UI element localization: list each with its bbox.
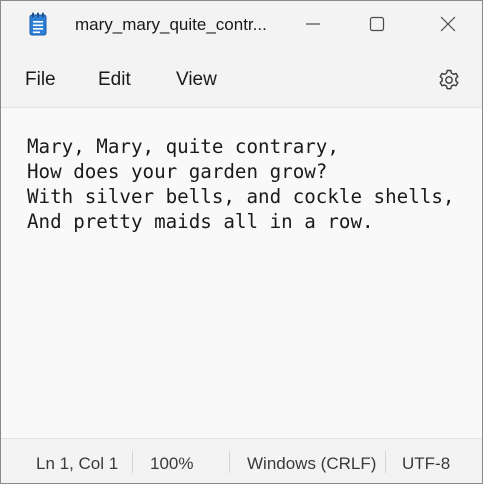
close-button[interactable] (425, 1, 471, 47)
status-bar: Ln 1, Col 1 100% Windows (CRLF) UTF-8 (1, 438, 482, 483)
title-bar[interactable]: mary_mary_quite_contr... (1, 1, 482, 49)
settings-button[interactable] (435, 66, 463, 94)
menu-edit[interactable]: Edit (98, 69, 131, 91)
line-ending[interactable]: Windows (CRLF) (247, 454, 376, 474)
menu-file[interactable]: File (25, 69, 56, 91)
maximize-icon (369, 16, 385, 32)
text-editor[interactable]: Mary, Mary, quite contrary, How does you… (1, 108, 482, 438)
encoding[interactable]: UTF-8 (402, 454, 450, 474)
minimize-icon (306, 23, 320, 25)
window-title: mary_mary_quite_contr... (75, 15, 267, 34)
menu-view[interactable]: View (176, 69, 217, 91)
menu-bar: File Edit View (1, 49, 482, 108)
status-divider (385, 451, 386, 473)
minimize-button[interactable] (290, 1, 336, 47)
notepad-window: mary_mary_quite_contr... File Edit View (0, 0, 483, 484)
cursor-position: Ln 1, Col 1 (36, 454, 119, 473)
status-divider (229, 451, 230, 473)
gear-icon (439, 69, 459, 90)
notepad-icon (29, 12, 47, 36)
maximize-button[interactable] (354, 1, 400, 47)
close-icon (440, 16, 456, 32)
status-divider (132, 451, 133, 473)
zoom-level[interactable]: 100% (150, 454, 193, 474)
editor-content[interactable]: Mary, Mary, quite contrary, How does you… (27, 134, 454, 234)
